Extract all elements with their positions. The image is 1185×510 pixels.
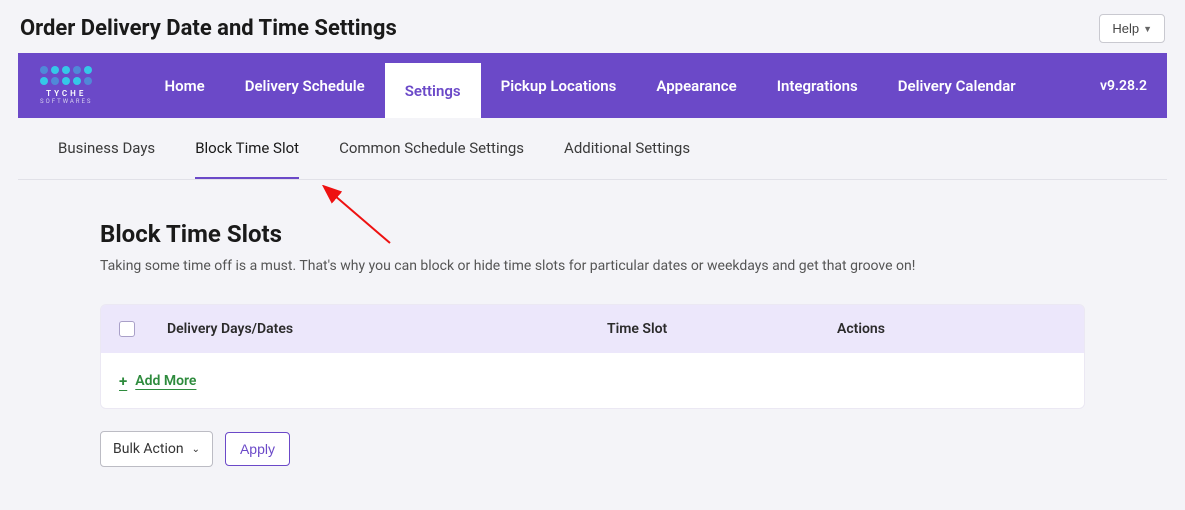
section-description: Taking some time off is a must. That's w… <box>100 258 1085 274</box>
bulk-action-label: Bulk Action <box>113 441 184 457</box>
nav-appearance[interactable]: Appearance <box>636 53 756 118</box>
logo-text: TYCHE <box>46 89 86 98</box>
logo-subtext: SOFTWARES <box>40 98 92 105</box>
tab-common-schedule[interactable]: Common Schedule Settings <box>339 118 524 179</box>
table-header: Delivery Days/Dates Time Slot Actions <box>101 305 1084 353</box>
add-more-label: Add More <box>135 373 196 389</box>
col-actions: Actions <box>837 321 885 337</box>
apply-button[interactable]: Apply <box>225 432 290 466</box>
col-delivery: Delivery Days/Dates <box>167 321 607 337</box>
version-label: v9.28.2 <box>1100 78 1147 94</box>
nav-home[interactable]: Home <box>144 53 224 118</box>
nav-settings[interactable]: Settings <box>385 63 481 118</box>
page-title: Order Delivery Date and Time Settings <box>20 16 397 41</box>
select-all-checkbox[interactable] <box>119 321 135 337</box>
nav-delivery-calendar[interactable]: Delivery Calendar <box>878 53 1036 118</box>
caret-down-icon: ▼ <box>1143 24 1152 34</box>
main-nav: TYCHE SOFTWARES Home Delivery Schedule S… <box>18 53 1167 118</box>
nav-delivery-schedule[interactable]: Delivery Schedule <box>225 53 385 118</box>
tab-additional-settings[interactable]: Additional Settings <box>564 118 690 179</box>
nav-pickup-locations[interactable]: Pickup Locations <box>481 53 637 118</box>
add-more-button[interactable]: + Add More <box>119 372 196 390</box>
brand-logo: TYCHE SOFTWARES <box>18 66 114 105</box>
tab-business-days[interactable]: Business Days <box>58 118 155 179</box>
plus-icon: + <box>119 372 127 390</box>
col-time-slot: Time Slot <box>607 321 837 337</box>
help-label: Help <box>1112 21 1139 36</box>
nav-integrations[interactable]: Integrations <box>757 53 878 118</box>
tab-block-time-slot[interactable]: Block Time Slot <box>195 118 299 179</box>
logo-dots-icon <box>40 66 92 85</box>
chevron-down-icon: ⌄ <box>192 444 200 455</box>
sub-nav: Business Days Block Time Slot Common Sch… <box>18 118 1167 180</box>
section-title: Block Time Slots <box>100 220 1085 248</box>
bulk-action-select[interactable]: Bulk Action ⌄ <box>100 431 213 467</box>
help-button[interactable]: Help ▼ <box>1099 14 1165 43</box>
block-slots-table: Delivery Days/Dates Time Slot Actions + … <box>100 304 1085 409</box>
table-body: + Add More <box>101 353 1084 408</box>
